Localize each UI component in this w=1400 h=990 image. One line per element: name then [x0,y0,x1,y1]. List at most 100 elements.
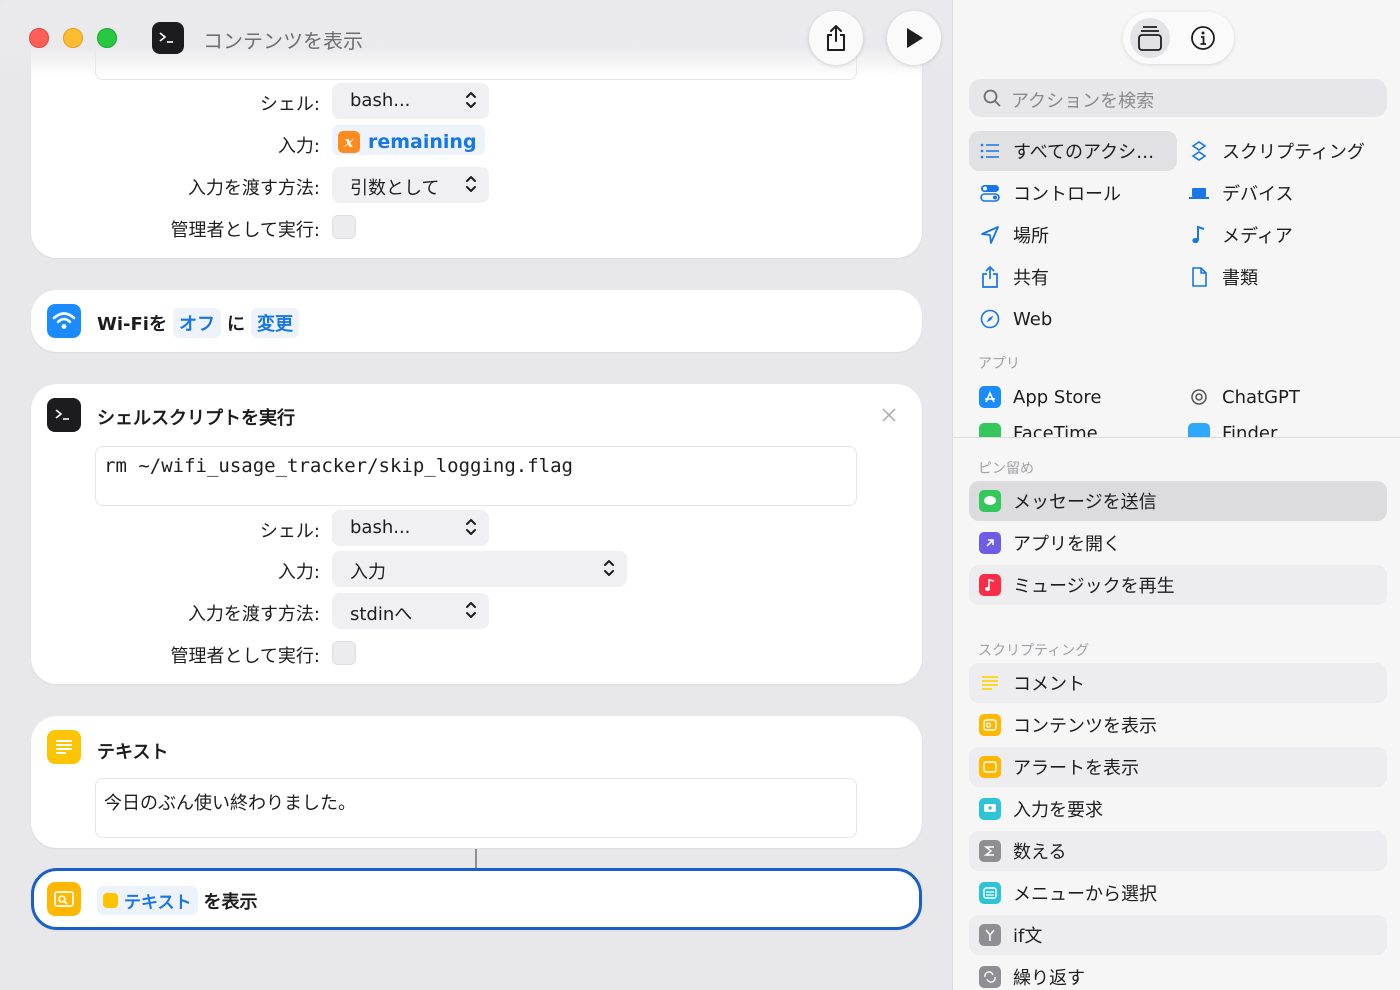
run-as-admin-checkbox[interactable] [332,215,356,239]
run-as-admin-checkbox[interactable] [332,641,356,665]
run-button[interactable] [887,11,941,65]
category-scripting[interactable]: スクリプティング [1178,131,1386,171]
close-window-button[interactable] [29,28,49,48]
share-button[interactable] [809,11,863,65]
text-variable-token[interactable]: テキスト [97,886,198,915]
category-web[interactable]: Web [969,299,1177,339]
info-tab[interactable] [1183,18,1223,58]
terminal-icon [47,398,81,432]
pinned-open-app[interactable]: アプリを開く [969,523,1387,563]
action-library-sidebar: アクションを検索 すべてのアクシ… スクリプティング コントロール デバイス 場… [952,0,1400,990]
text-lines-icon [103,893,118,908]
input-label: 入力: [277,562,320,583]
show-content-sentence: テキスト を表示 [97,886,258,915]
library-tab[interactable] [1130,18,1170,58]
scripting-icon [1188,140,1210,162]
share-icon [827,25,845,51]
document-icon [1188,266,1210,288]
shell-select[interactable]: bash... [332,510,489,546]
toggle-icon [979,182,1001,204]
wifi-state-token[interactable]: オフ [172,308,221,338]
app-app-store[interactable]: App Store [969,377,1177,417]
wifi-operation-token[interactable]: 変更 [250,308,299,338]
action-comment[interactable]: コメント [969,663,1387,703]
app-finder[interactable]: Finder [1178,423,1386,437]
wifi-icon [47,304,81,338]
flow-connector [475,849,477,869]
pass-method-label: 入力を渡す方法: [187,178,320,199]
text-action-card[interactable]: テキスト 今日のぶん使い終わりました。 [31,716,922,848]
share-icon [979,266,1001,288]
pinned-send-message[interactable]: メッセージを送信 [969,481,1387,521]
stack-icon [1138,26,1162,51]
repeat-icon [979,966,1001,988]
minimize-window-button[interactable] [63,28,83,48]
music-app-icon [979,574,1001,596]
close-icon[interactable] [880,406,898,424]
menu-icon [979,882,1001,904]
chevron-updown-icon [604,560,614,576]
pass-method-label: 入力を渡す方法: [187,604,320,625]
shell-label: シェル: [259,94,320,115]
action-count[interactable]: 数える [969,831,1387,871]
text-lines-icon [47,730,81,764]
search-icon [983,89,1001,107]
category-documents[interactable]: 書類 [1178,257,1386,297]
terminal-icon [152,22,184,54]
category-location[interactable]: 場所 [969,215,1177,255]
shell-script-title: シェルスクリプトを実行 [97,408,295,429]
input-select[interactable]: 入力 [332,551,627,587]
run-as-admin-label: 管理者として実行: [170,646,320,667]
action-repeat[interactable]: 繰り返す [969,957,1387,990]
action-show-content[interactable]: コンテンツを表示 [969,705,1387,745]
action-ask-for-input[interactable]: 入力を要求 [969,789,1387,829]
app-store-icon [979,386,1001,408]
app-chatgpt[interactable]: ChatGPT [1178,377,1386,417]
sidebar-mode-toggle [1123,12,1234,64]
scripting-section-header: スクリプティング [978,643,1090,659]
text-content-field[interactable]: 今日のぶん使い終わりました。 [95,778,857,838]
shell-script-card[interactable]: シェルスクリプトを実行 rm ~/wifi_usage_tracker/skip… [31,384,922,684]
pass-method-select[interactable]: stdinへ [332,593,489,629]
pass-method-select[interactable]: 引数として [332,167,489,203]
zoom-window-button[interactable] [97,28,117,48]
shell-label: シェル: [259,521,320,542]
open-app-icon [979,532,1001,554]
compass-icon [979,308,1001,330]
search-placeholder: アクションを検索 [1011,91,1155,112]
action-search-input[interactable]: アクションを検索 [969,79,1387,117]
finder-icon [1188,423,1210,437]
category-control[interactable]: コントロール [969,173,1177,213]
chevron-updown-icon [466,602,476,618]
action-choose-from-menu[interactable]: メニューから選択 [969,873,1387,913]
variable-icon: x [338,130,360,153]
info-icon [1191,26,1215,50]
comment-lines-icon [979,672,1001,694]
input-label: 入力: [277,136,320,157]
show-content-icon [979,714,1001,736]
script-editor[interactable]: rm ~/wifi_usage_tracker/skip_logging.fla… [95,446,857,506]
branch-icon [979,924,1001,946]
variable-token-remaining[interactable]: x remaining [332,125,485,155]
facetime-icon [979,423,1001,437]
apps-section-header: アプリ [978,356,1020,372]
action-show-alert[interactable]: アラートを表示 [969,747,1387,787]
window-title: コンテンツを表示 [203,29,363,53]
category-all-actions[interactable]: すべてのアクシ… [969,131,1177,171]
show-content-card[interactable]: テキスト を表示 [31,868,922,930]
category-media[interactable]: メディア [1178,215,1386,255]
action-if[interactable]: if文 [969,915,1387,955]
ask-input-icon [979,798,1001,820]
location-icon [979,224,1001,246]
category-sharing[interactable]: 共有 [969,257,1177,297]
wifi-action-card[interactable]: Wi-Fiを オフ に 変更 [31,290,922,352]
pinned-section-header: ピン留め [978,461,1034,477]
chevron-updown-icon [466,519,476,535]
category-device[interactable]: デバイス [1178,173,1386,213]
run-as-admin-label: 管理者として実行: [170,220,320,241]
pinned-play-music[interactable]: ミュージックを再生 [969,565,1387,605]
play-icon [907,28,923,48]
list-icon [979,140,1001,162]
app-facetime[interactable]: FaceTime [969,423,1177,437]
shell-select[interactable]: bash... [332,83,489,119]
